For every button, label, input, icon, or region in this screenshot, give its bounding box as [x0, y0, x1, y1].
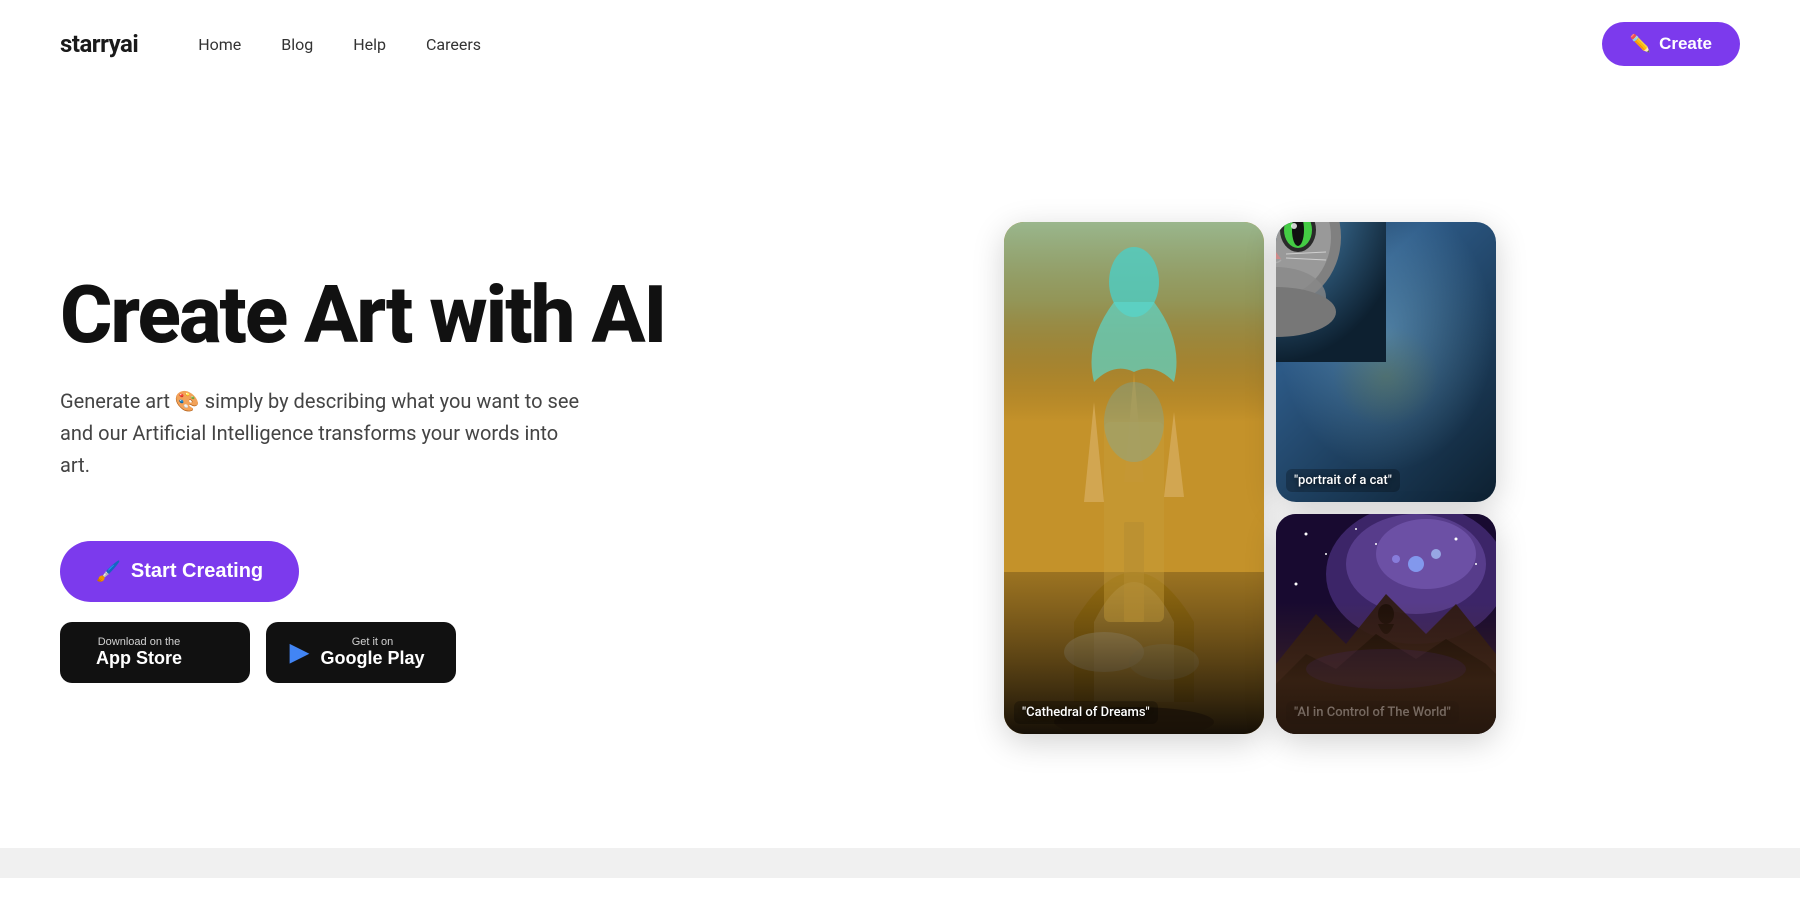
art-grid: "Cathedral of Dreams" [1004, 222, 1496, 734]
art-card-cathedral[interactable]: "Cathedral of Dreams" [1004, 222, 1264, 734]
hero-section: Create Art with AI Generate art 🎨 simply… [0, 88, 1800, 848]
google-play-sub-label: Get it on [320, 636, 424, 648]
app-store-button[interactable]: Download on the App Store [60, 622, 250, 683]
nav-link-home[interactable]: Home [198, 35, 241, 54]
logo-text: starryai [60, 30, 138, 58]
app-store-main-label: App Store [96, 648, 182, 669]
create-label: Create [1659, 34, 1712, 54]
hero-left: Create Art with AI Generate art 🎨 simply… [60, 273, 760, 683]
space-label: "AI in Control of The World" [1286, 701, 1459, 724]
create-icon: ✏️ [1630, 34, 1651, 54]
hero-buttons: 🖌️ Start Creating Download on the App St… [60, 541, 700, 683]
nav-links: Home Blog Help Careers [198, 35, 1602, 54]
hero-title: Create Art with AI [60, 273, 700, 357]
start-creating-label: Start Creating [131, 560, 263, 583]
hero-subtitle-line1: Generate art 🎨 simply by describing what… [60, 389, 579, 413]
nav-link-help[interactable]: Help [353, 35, 386, 54]
cat-label: "portrait of a cat" [1286, 469, 1400, 492]
google-play-button[interactable]: ▶ Get it on Google Play [266, 622, 456, 683]
app-store-text: Download on the App Store [96, 636, 182, 669]
start-creating-button[interactable]: 🖌️ Start Creating [60, 541, 299, 602]
paintbrush-icon: 🖌️ [96, 559, 121, 584]
hero-subtitle: Generate art 🎨 simply by describing what… [60, 385, 580, 481]
app-store-sub-label: Download on the [96, 636, 182, 648]
logo[interactable]: starryai [60, 30, 138, 58]
navbar: starryai Home Blog Help Careers ✏️ Creat… [0, 0, 1800, 88]
hero-right: "Cathedral of Dreams" [760, 148, 1740, 808]
google-play-text: Get it on Google Play [320, 636, 424, 669]
nav-link-careers[interactable]: Careers [426, 35, 481, 54]
google-play-main-label: Google Play [320, 648, 424, 669]
nav-create-button[interactable]: ✏️ Create [1602, 22, 1740, 66]
hero-subtitle-line2: and our Artificial Intelligence transfor… [60, 421, 558, 477]
cathedral-label: "Cathedral of Dreams" [1014, 701, 1158, 724]
footer-strip [0, 848, 1800, 878]
store-buttons: Download on the App Store ▶ Get it on Go… [60, 622, 456, 683]
nav-link-blog[interactable]: Blog [281, 35, 313, 54]
art-card-space[interactable]: "AI in Control of The World" [1276, 514, 1496, 734]
art-card-cat[interactable]: "portrait of a cat" [1276, 222, 1496, 502]
google-play-icon: ▶ [290, 638, 308, 667]
